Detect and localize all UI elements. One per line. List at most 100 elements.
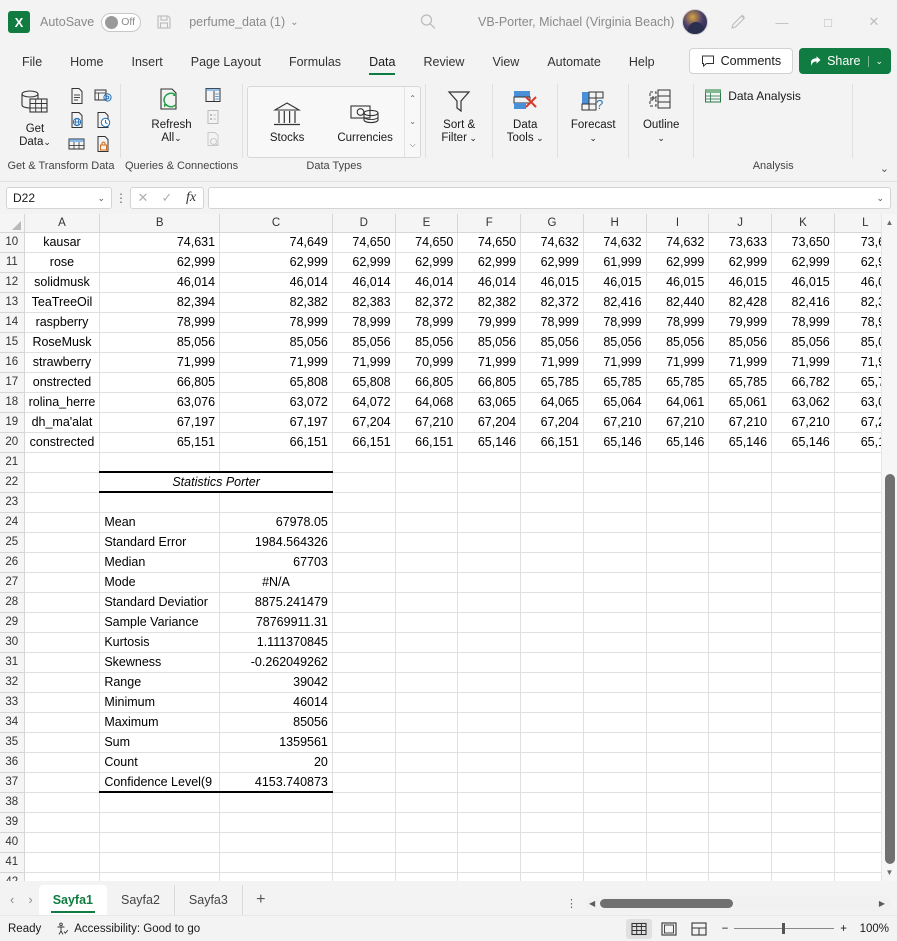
stats-value-standard-deviation[interactable]: 8875.241479 bbox=[220, 592, 333, 612]
cell-k15[interactable]: 85,056 bbox=[772, 332, 835, 352]
cell-e40[interactable] bbox=[395, 832, 458, 852]
sheet-tab-sayfa3[interactable]: Sayfa3 bbox=[175, 885, 243, 915]
cell-c41[interactable] bbox=[220, 852, 333, 872]
cell-g10[interactable]: 74,632 bbox=[521, 232, 584, 252]
cell-h13[interactable]: 82,416 bbox=[583, 292, 646, 312]
cell-g40[interactable] bbox=[521, 832, 584, 852]
cell-e22[interactable] bbox=[395, 472, 458, 492]
cell-g33[interactable] bbox=[521, 692, 584, 712]
cell-i29[interactable] bbox=[646, 612, 709, 632]
row-header[interactable]: 18 bbox=[0, 392, 24, 412]
cell-j41[interactable] bbox=[709, 852, 772, 872]
cell-d29[interactable] bbox=[332, 612, 395, 632]
cell-f28[interactable] bbox=[458, 592, 521, 612]
cell-j32[interactable] bbox=[709, 672, 772, 692]
cell-e15[interactable]: 85,056 bbox=[395, 332, 458, 352]
cell-f42[interactable] bbox=[458, 872, 521, 881]
cell-b41[interactable] bbox=[100, 852, 220, 872]
cell-i32[interactable] bbox=[646, 672, 709, 692]
cell-h17[interactable]: 65,785 bbox=[583, 372, 646, 392]
cell-e36[interactable] bbox=[395, 752, 458, 772]
cell-h10[interactable]: 74,632 bbox=[583, 232, 646, 252]
cell-c20[interactable]: 66,151 bbox=[220, 432, 333, 452]
cell-a37[interactable] bbox=[24, 772, 100, 792]
stats-label-median[interactable]: Median bbox=[100, 552, 220, 572]
cell-i12[interactable]: 46,015 bbox=[646, 272, 709, 292]
cell-j10[interactable]: 73,633 bbox=[709, 232, 772, 252]
cell-g24[interactable] bbox=[521, 512, 584, 532]
cell-b23[interactable] bbox=[100, 492, 220, 512]
row-header[interactable]: 13 bbox=[0, 292, 24, 312]
cell-j38[interactable] bbox=[709, 792, 772, 812]
cell-h34[interactable] bbox=[583, 712, 646, 732]
gallery-scroll-down-icon[interactable]: ⌄ bbox=[405, 110, 420, 133]
gallery-more-icon[interactable]: ⌵ bbox=[405, 134, 420, 157]
cell-d32[interactable] bbox=[332, 672, 395, 692]
insert-function-icon[interactable]: fx bbox=[179, 188, 203, 208]
cell-k10[interactable]: 73,650 bbox=[772, 232, 835, 252]
select-all-corner[interactable] bbox=[0, 214, 24, 232]
cell-e19[interactable]: 67,210 bbox=[395, 412, 458, 432]
stats-value-sum[interactable]: 1359561 bbox=[220, 732, 333, 752]
cell-k13[interactable]: 82,416 bbox=[772, 292, 835, 312]
cell-k41[interactable] bbox=[772, 852, 835, 872]
cell-a25[interactable] bbox=[24, 532, 100, 552]
cell-a42[interactable] bbox=[24, 872, 100, 881]
cell-i42[interactable] bbox=[646, 872, 709, 881]
cell-g23[interactable] bbox=[521, 492, 584, 512]
stats-value-confidence-level[interactable]: 4153.740873 bbox=[220, 772, 333, 792]
row-header[interactable]: 29 bbox=[0, 612, 24, 632]
cell-h27[interactable] bbox=[583, 572, 646, 592]
column-header-k[interactable]: K bbox=[772, 214, 835, 232]
row-header[interactable]: 41 bbox=[0, 852, 24, 872]
cell-d20[interactable]: 66,151 bbox=[332, 432, 395, 452]
cell-d26[interactable] bbox=[332, 552, 395, 572]
cell-e11[interactable]: 62,999 bbox=[395, 252, 458, 272]
cell-c16[interactable]: 71,999 bbox=[220, 352, 333, 372]
cell-e12[interactable]: 46,014 bbox=[395, 272, 458, 292]
cell-j26[interactable] bbox=[709, 552, 772, 572]
stats-label-mode[interactable]: Mode bbox=[100, 572, 220, 592]
cell-b13[interactable]: 82,394 bbox=[100, 292, 220, 312]
cell-f38[interactable] bbox=[458, 792, 521, 812]
close-button[interactable]: ✕ bbox=[851, 0, 897, 44]
zoom-slider-track[interactable] bbox=[734, 928, 834, 929]
cell-e13[interactable]: 82,372 bbox=[395, 292, 458, 312]
cell-i26[interactable] bbox=[646, 552, 709, 572]
cell-e24[interactable] bbox=[395, 512, 458, 532]
cell-i16[interactable]: 71,999 bbox=[646, 352, 709, 372]
from-table-range-icon[interactable] bbox=[67, 134, 87, 154]
cell-c19[interactable]: 67,197 bbox=[220, 412, 333, 432]
cell-k29[interactable] bbox=[772, 612, 835, 632]
refresh-all-button[interactable]: Refresh All⌄ bbox=[141, 84, 203, 148]
maximize-button[interactable]: □ bbox=[805, 0, 851, 44]
autosave-toggle[interactable]: Off bbox=[101, 13, 141, 32]
cell-h23[interactable] bbox=[583, 492, 646, 512]
cell-a28[interactable] bbox=[24, 592, 100, 612]
cell-c23[interactable] bbox=[220, 492, 333, 512]
cell-h30[interactable] bbox=[583, 632, 646, 652]
cell-e21[interactable] bbox=[395, 452, 458, 472]
cell-g34[interactable] bbox=[521, 712, 584, 732]
row-header[interactable]: 28 bbox=[0, 592, 24, 612]
cell-g25[interactable] bbox=[521, 532, 584, 552]
cell-k21[interactable] bbox=[772, 452, 835, 472]
cell-h41[interactable] bbox=[583, 852, 646, 872]
scroll-down-arrow-icon[interactable]: ▼ bbox=[882, 864, 897, 881]
cell-d15[interactable]: 85,056 bbox=[332, 332, 395, 352]
cell-j11[interactable]: 62,999 bbox=[709, 252, 772, 272]
cell-i18[interactable]: 64,061 bbox=[646, 392, 709, 412]
cell-k20[interactable]: 65,146 bbox=[772, 432, 835, 452]
cell-c42[interactable] bbox=[220, 872, 333, 881]
cell-e29[interactable] bbox=[395, 612, 458, 632]
cancel-formula-icon[interactable]: ✕ bbox=[131, 188, 155, 208]
cell-a32[interactable] bbox=[24, 672, 100, 692]
cell-h22[interactable] bbox=[583, 472, 646, 492]
cell-f15[interactable]: 85,056 bbox=[458, 332, 521, 352]
column-header-e[interactable]: E bbox=[395, 214, 458, 232]
column-header-c[interactable]: C bbox=[220, 214, 333, 232]
cell-j21[interactable] bbox=[709, 452, 772, 472]
row-header[interactable]: 27 bbox=[0, 572, 24, 592]
gallery-scroll-up-icon[interactable]: ⌃ bbox=[405, 87, 420, 110]
cell-i41[interactable] bbox=[646, 852, 709, 872]
